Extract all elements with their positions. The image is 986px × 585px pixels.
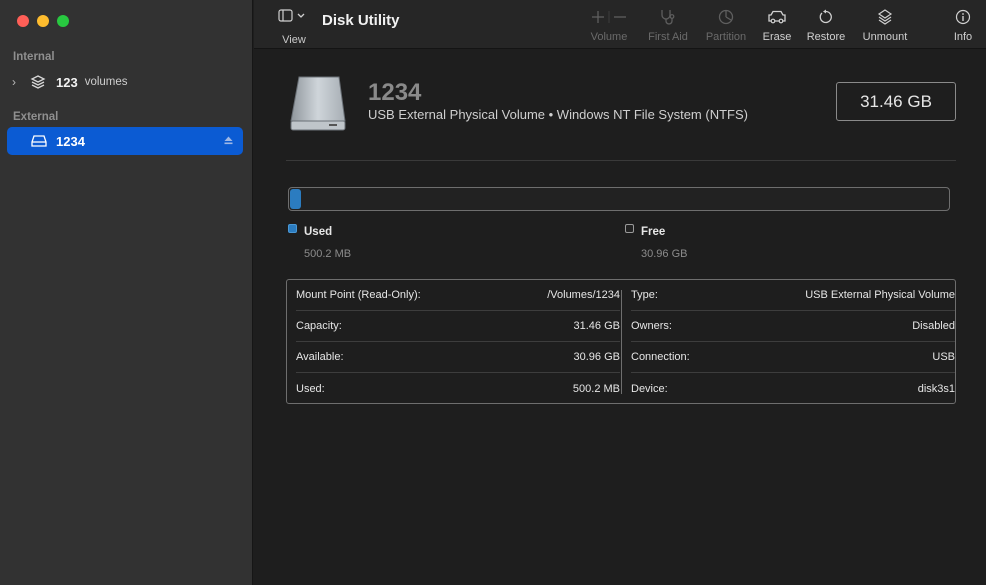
- view-button[interactable]: View: [276, 9, 312, 46]
- info-row-mount-point: Mount Point (Read-Only): /Volumes/1234: [296, 280, 620, 311]
- info-row-used: Used: 500.2 MB: [296, 373, 620, 404]
- main-pane: 1234 USB External Physical Volume • Wind…: [254, 50, 986, 585]
- sidebar-item-internal-container[interactable]: › 123 volumes: [0, 70, 253, 94]
- info-key: Device:: [631, 382, 668, 395]
- info-icon: [948, 8, 978, 26]
- free-label: Free: [641, 226, 666, 238]
- unmount-button[interactable]: Unmount: [859, 8, 911, 43]
- info-value: 500.2 MB: [572, 382, 620, 395]
- partition-label: Partition: [705, 31, 747, 43]
- info-key: Available:: [296, 351, 344, 363]
- layers-icon: [30, 75, 46, 89]
- info-key: Mount Point (Read-Only):: [296, 289, 421, 301]
- close-window-button[interactable]: [17, 15, 29, 27]
- disk-description: USB External Physical Volume • Windows N…: [368, 107, 748, 122]
- info-label: Info: [953, 31, 973, 43]
- sidebar-section-external: External: [13, 111, 59, 123]
- minimize-window-button[interactable]: [37, 15, 49, 27]
- restore-label: Restore: [806, 31, 846, 43]
- info-key: Connection:: [631, 351, 690, 363]
- info-row-capacity: Capacity: 31.46 GB: [296, 311, 620, 342]
- info-key: Owners:: [631, 320, 672, 332]
- info-value: Disabled: [912, 320, 955, 332]
- sidebar-item-external-disk[interactable]: 1234: [7, 127, 243, 155]
- info-value: USB: [932, 351, 955, 363]
- external-drive-image: [290, 76, 346, 131]
- info-value: USB External Physical Volume: [805, 289, 955, 301]
- used-label: Used: [304, 226, 333, 238]
- window-controls: [17, 15, 69, 27]
- stethoscope-icon: [644, 8, 692, 26]
- unmount-icon: [859, 8, 911, 26]
- sidebar: Internal › 123 volumes External 1234: [0, 0, 253, 585]
- free-swatch: [625, 224, 634, 234]
- info-value: 31.46 GB: [573, 320, 620, 332]
- container-name: 123: [56, 74, 78, 90]
- info-value: disk3s1: [917, 382, 955, 395]
- disk-title: 1234: [368, 79, 422, 106]
- info-column-left: Mount Point (Read-Only): /Volumes/1234 C…: [296, 280, 620, 404]
- usage-bar-used: [290, 189, 301, 209]
- first-aid-button[interactable]: First Aid: [644, 8, 692, 43]
- external-drive-icon: [31, 135, 47, 147]
- usage-bar: [288, 187, 950, 211]
- info-key: Capacity:: [296, 320, 342, 332]
- info-row-device: Device: disk3s1: [631, 373, 955, 404]
- erase-label: Erase: [762, 31, 792, 43]
- info-table: Mount Point (Read-Only): /Volumes/1234 C…: [286, 279, 956, 404]
- info-column-right: Type: USB External Physical Volume Owner…: [631, 280, 955, 404]
- used-swatch: [288, 224, 297, 234]
- legend-free: Free 30.96 GB: [625, 222, 687, 260]
- info-value: 30.96 GB: [573, 351, 620, 363]
- used-value: 500.2 MB: [304, 248, 352, 260]
- info-row-connection: Connection: USB: [631, 342, 955, 373]
- toolbar: View Disk Utility Volume First Aid Parti…: [254, 0, 986, 49]
- info-key: Used:: [296, 382, 325, 395]
- info-row-owners: Owners: Disabled: [631, 311, 955, 342]
- volume-button[interactable]: Volume: [588, 8, 630, 43]
- free-value: 30.96 GB: [641, 248, 688, 260]
- zoom-window-button[interactable]: [57, 15, 69, 27]
- info-key: Type:: [631, 289, 658, 301]
- chevron-right-icon[interactable]: ›: [12, 75, 22, 89]
- column-separator: [621, 290, 622, 394]
- external-disk-name: 1234: [56, 133, 85, 149]
- info-row-type: Type: USB External Physical Volume: [631, 280, 955, 311]
- eject-icon[interactable]: [224, 136, 233, 145]
- first-aid-label: First Aid: [648, 31, 688, 43]
- partition-button[interactable]: Partition: [702, 8, 750, 43]
- restore-icon: [804, 8, 848, 26]
- pie-icon: [702, 8, 750, 26]
- container-subtitle: volumes: [84, 76, 128, 88]
- app-title: Disk Utility: [322, 12, 400, 29]
- info-value: /Volumes/1234: [547, 289, 620, 301]
- divider: [286, 160, 956, 161]
- volume-label: Volume: [590, 31, 628, 43]
- restore-button[interactable]: Restore: [804, 8, 848, 43]
- car-erase-icon: [760, 8, 794, 26]
- sidebar-toggle-icon: [278, 9, 305, 22]
- info-row-available: Available: 30.96 GB: [296, 342, 620, 373]
- view-label: View: [282, 34, 306, 46]
- unmount-label: Unmount: [862, 31, 908, 43]
- sidebar-section-internal: Internal: [13, 51, 55, 63]
- capacity-badge: 31.46 GB: [836, 82, 956, 121]
- info-button[interactable]: Info: [948, 8, 978, 43]
- erase-button[interactable]: Erase: [760, 8, 794, 43]
- legend-used: Used 500.2 MB: [288, 222, 351, 260]
- plus-minus-icon: [588, 8, 630, 26]
